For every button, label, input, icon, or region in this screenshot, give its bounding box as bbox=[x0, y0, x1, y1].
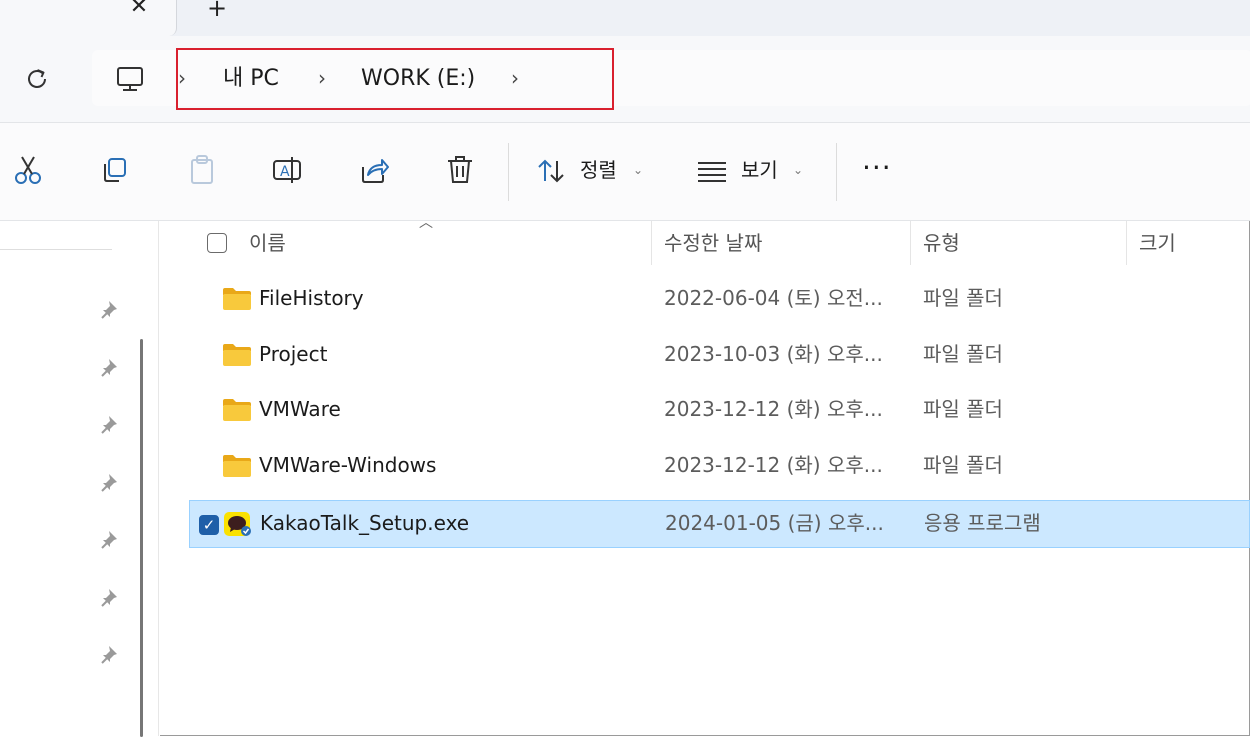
file-modified-date: 2022-06-04 (토) 오전... bbox=[664, 286, 883, 310]
file-type: 응용 프로그램 bbox=[924, 511, 1041, 535]
this-pc-icon[interactable] bbox=[114, 64, 146, 94]
share-button[interactable] bbox=[358, 153, 390, 187]
command-bar: A 정렬 ⌄ 보기 ⌄ ··· bbox=[0, 123, 1250, 221]
file-name: KakaoTalk_Setup.exe bbox=[260, 511, 470, 535]
sort-label: 정렬 bbox=[580, 158, 617, 182]
active-tab[interactable]: ✕ bbox=[0, 0, 177, 36]
pin-icon bbox=[101, 301, 117, 319]
rename-icon: A bbox=[273, 157, 301, 183]
file-name: FileHistory bbox=[259, 286, 364, 310]
view-chevron-down-icon: ⌄ bbox=[793, 163, 804, 177]
more-options-icon[interactable]: ··· bbox=[862, 151, 892, 185]
cut-icon bbox=[15, 156, 41, 184]
breadcrumb-separator-icon[interactable]: › bbox=[511, 62, 519, 94]
file-name: VMWare bbox=[259, 397, 341, 421]
column-type-header[interactable]: 유형 bbox=[923, 229, 960, 257]
copy-button[interactable] bbox=[99, 153, 131, 187]
file-modified-date: 2023-10-03 (화) 오후... bbox=[664, 342, 883, 366]
pin-icon bbox=[101, 646, 117, 664]
delete-icon bbox=[448, 156, 472, 183]
tab-strip: ✕ + bbox=[0, 0, 1250, 36]
folder-icon bbox=[223, 399, 251, 421]
view-label: 보기 bbox=[741, 158, 778, 182]
row-checkbox[interactable]: ✓ bbox=[199, 515, 219, 535]
file-modified-date: 2023-12-12 (화) 오후... bbox=[664, 397, 883, 421]
view-icon bbox=[698, 162, 726, 182]
toolbar-divider bbox=[836, 143, 837, 201]
file-name: VMWare-Windows bbox=[259, 453, 437, 477]
rename-button[interactable]: A bbox=[271, 153, 303, 187]
folder-icon bbox=[223, 288, 251, 310]
file-row[interactable]: Project 2023-10-03 (화) 오후... 파일 폴더 bbox=[189, 332, 1250, 380]
kakaotalk-app-icon bbox=[224, 512, 251, 536]
close-tab-icon[interactable]: ✕ bbox=[126, 0, 152, 20]
refresh-icon[interactable] bbox=[22, 64, 52, 94]
file-name: Project bbox=[259, 342, 328, 366]
select-all-checkbox[interactable] bbox=[207, 233, 227, 253]
address-row: › 내 PC › WORK (E:) › bbox=[0, 36, 1250, 123]
pin-icon bbox=[101, 589, 117, 607]
folder-icon bbox=[223, 344, 251, 366]
pin-icon bbox=[101, 359, 117, 377]
share-icon bbox=[362, 159, 389, 183]
file-modified-date: 2023-12-12 (화) 오후... bbox=[664, 453, 883, 477]
folder-icon bbox=[223, 455, 251, 477]
navigation-pane bbox=[0, 221, 160, 737]
svg-text:A: A bbox=[280, 164, 290, 180]
file-row-selected[interactable]: ✓ KakaoTalk_Setup.exe 2024-01-05 (금) 오후.… bbox=[189, 500, 1250, 548]
breadcrumb-separator-icon[interactable]: › bbox=[178, 62, 186, 94]
column-modified-header[interactable]: 수정한 날짜 bbox=[664, 229, 762, 257]
paste-icon bbox=[191, 155, 213, 184]
file-type: 파일 폴더 bbox=[923, 286, 1003, 310]
file-row[interactable]: VMWare-Windows 2023-12-12 (화) 오후... 파일 폴… bbox=[189, 443, 1250, 491]
breadcrumb-separator-icon[interactable]: › bbox=[318, 62, 326, 94]
breadcrumb-work-drive[interactable]: WORK (E:) bbox=[361, 62, 475, 96]
delete-button[interactable] bbox=[444, 153, 476, 187]
pin-icon bbox=[101, 531, 117, 549]
pane-divider bbox=[158, 221, 159, 736]
cut-button[interactable] bbox=[12, 153, 44, 187]
column-name-header[interactable]: 이름 bbox=[249, 229, 286, 257]
breadcrumb-this-pc[interactable]: 내 PC bbox=[223, 62, 279, 96]
file-modified-date: 2024-01-05 (금) 오후... bbox=[665, 511, 884, 535]
column-size-header[interactable]: 크기 bbox=[1139, 229, 1176, 257]
sort-chevron-down-icon: ⌄ bbox=[633, 163, 644, 177]
column-divider[interactable] bbox=[910, 221, 911, 265]
pin-icon bbox=[101, 416, 117, 434]
file-type: 파일 폴더 bbox=[923, 397, 1003, 421]
nav-scrollbar[interactable] bbox=[140, 339, 143, 737]
column-divider[interactable] bbox=[1126, 221, 1127, 265]
new-tab-icon[interactable]: + bbox=[203, 0, 231, 22]
column-header: 이름 수정한 날짜 유형 크기 bbox=[160, 221, 1250, 267]
paste-button[interactable] bbox=[186, 153, 218, 187]
sort-icon bbox=[538, 159, 564, 183]
nav-divider bbox=[0, 249, 112, 250]
toolbar-divider bbox=[508, 143, 509, 201]
file-row[interactable]: FileHistory 2022-06-04 (토) 오전... 파일 폴더 bbox=[189, 276, 1250, 324]
file-type: 파일 폴더 bbox=[923, 453, 1003, 477]
column-divider[interactable] bbox=[651, 221, 652, 265]
file-type: 파일 폴더 bbox=[923, 342, 1003, 366]
file-row[interactable]: VMWare 2023-12-12 (화) 오후... 파일 폴더 bbox=[189, 387, 1250, 435]
pin-icon bbox=[101, 474, 117, 492]
copy-icon bbox=[104, 158, 126, 182]
